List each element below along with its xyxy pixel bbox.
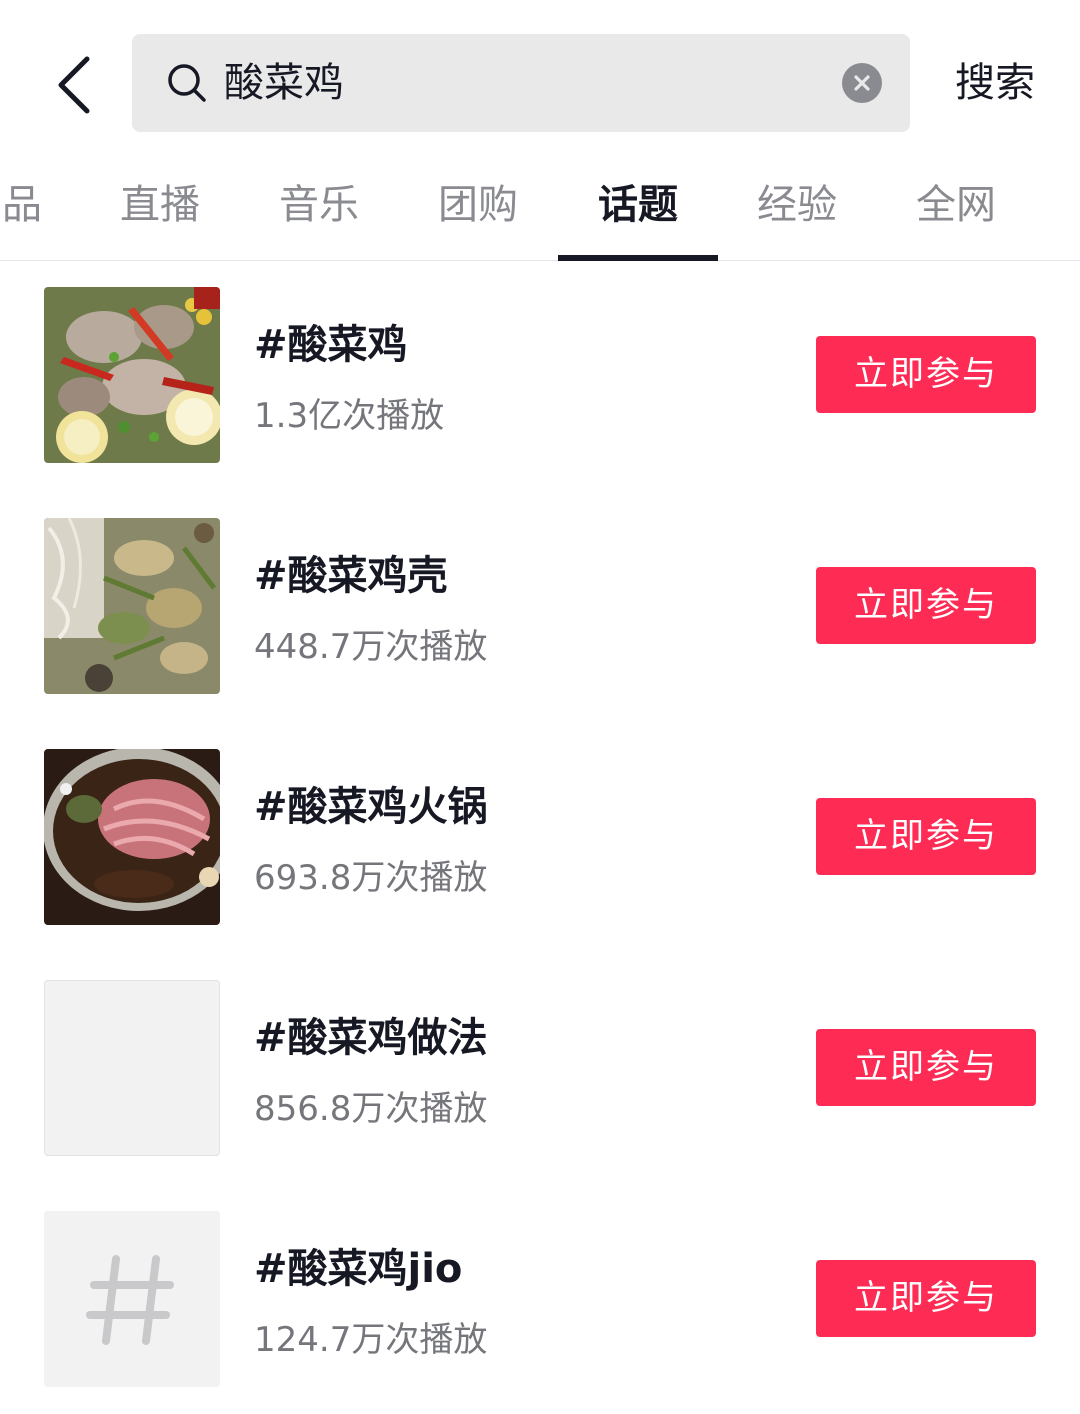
hashtag-icon [44,1211,220,1387]
close-icon [854,75,870,91]
join-topic-button[interactable]: 立即参与 [816,798,1036,875]
topic-play-count: 124.7万次播放 [254,1320,488,1360]
search-button[interactable]: 搜索 [940,34,1050,132]
topic-thumbnail [44,287,220,463]
tab-web[interactable]: 全网 [876,150,1036,260]
back-button[interactable] [40,40,110,130]
list-item[interactable]: #酸菜鸡jio 124.7万次播放 立即参与 [0,1184,1080,1414]
topic-thumbnail-blank [44,980,220,1156]
tab-live[interactable]: 直播 [80,150,240,260]
search-input[interactable] [224,34,824,132]
topic-play-count: 1.3亿次播放 [254,396,445,436]
topic-play-count: 856.8万次播放 [254,1089,488,1129]
list-item[interactable]: #酸菜鸡 1.3亿次播放 立即参与 [0,260,1080,491]
topic-list: #酸菜鸡 1.3亿次播放 立即参与 #酸菜鸡壳 448.7万次播放 立即参与 #… [0,260,1080,1414]
search-box[interactable] [132,34,910,132]
search-icon [168,64,206,102]
topic-play-count: 448.7万次播放 [254,627,488,667]
join-topic-button[interactable]: 立即参与 [816,1260,1036,1337]
topic-thumbnail [44,1211,220,1387]
list-item[interactable]: #酸菜鸡做法 856.8万次播放 立即参与 [0,953,1080,1184]
tab-group-buy[interactable]: 团购 [398,150,558,260]
topic-title: #酸菜鸡壳 [254,553,448,599]
search-results-page: 搜索 品 直播 音乐 团购 话题 经验 全网 [0,0,1080,1414]
topic-title: #酸菜鸡火锅 [254,784,488,830]
tab-topics[interactable]: 话题 [558,150,718,261]
topic-title: #酸菜鸡jio [254,1246,463,1292]
topic-title: #酸菜鸡 [254,322,408,368]
list-item[interactable]: #酸菜鸡火锅 693.8万次播放 立即参与 [0,722,1080,953]
category-tabs: 品 直播 音乐 团购 话题 经验 全网 [0,150,1080,261]
chevron-left-icon [58,56,90,114]
topic-title: #酸菜鸡做法 [254,1015,488,1061]
topic-thumbnail [44,518,220,694]
clear-search-button[interactable] [842,63,882,103]
topic-play-count: 693.8万次播放 [254,858,488,898]
tab-experience[interactable]: 经验 [717,150,877,260]
topic-thumbnail [44,749,220,925]
join-topic-button[interactable]: 立即参与 [816,336,1036,413]
join-topic-button[interactable]: 立即参与 [816,1029,1036,1106]
tab-music[interactable]: 音乐 [239,150,399,260]
join-topic-button[interactable]: 立即参与 [816,567,1036,644]
food-photo-noodles [44,518,220,694]
food-photo-chicken [44,287,220,463]
food-photo-hotpot [44,749,220,925]
list-item[interactable]: #酸菜鸡壳 448.7万次播放 立即参与 [0,491,1080,722]
